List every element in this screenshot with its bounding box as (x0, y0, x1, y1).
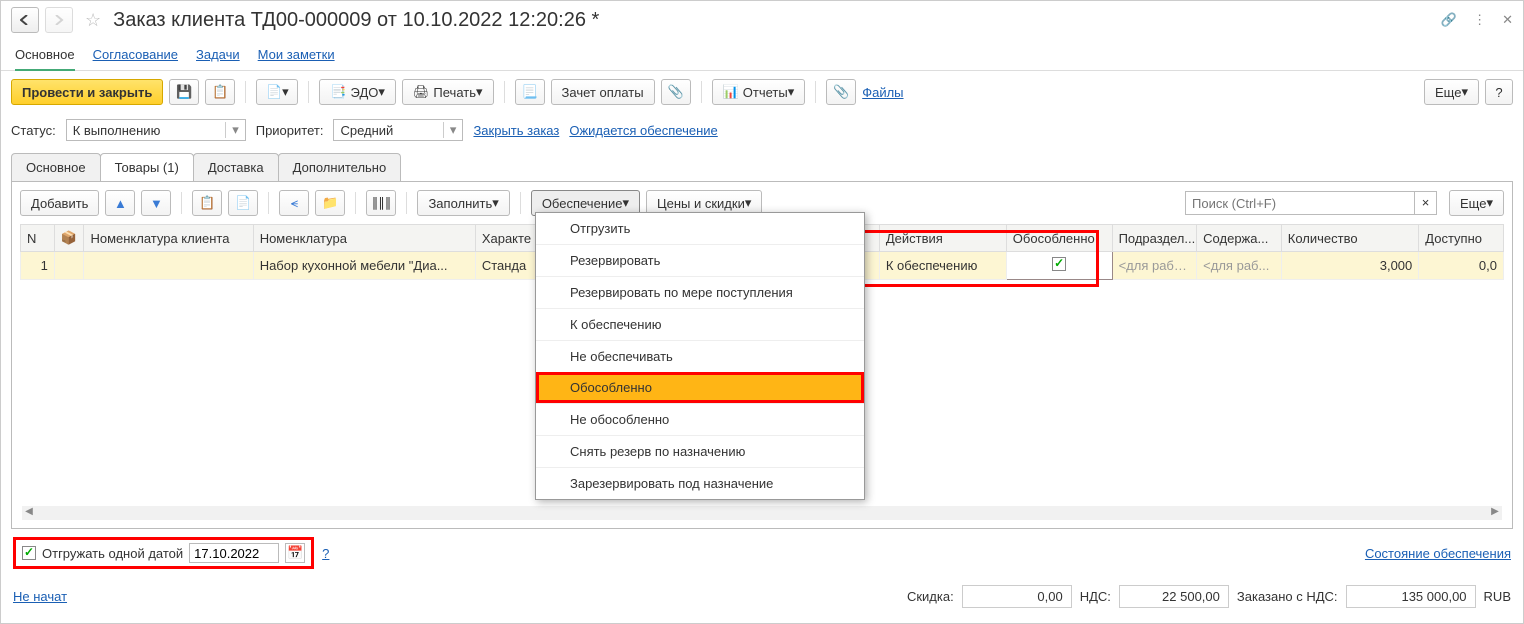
cell-qty[interactable]: 3,000 (1281, 252, 1419, 280)
move-down-icon[interactable]: ▼ (141, 190, 171, 216)
mi-remove-reserve[interactable]: Снять резерв по назначению (536, 435, 864, 467)
doc-icon[interactable]: 📃 (515, 79, 545, 105)
toptab-approval[interactable]: Согласование (93, 47, 178, 62)
paste-icon[interactable]: 📄 (228, 190, 258, 216)
goods-page: Добавить ▲ ▼ 📋 📄 ⪪ 📁 ∥∥∥ Заполнить ▾ Обе… (11, 181, 1513, 529)
status-label: Статус: (11, 123, 56, 138)
page-title: Заказ клиента ТД00-000009 от 10.10.2022 … (113, 9, 599, 32)
ship-date-input[interactable] (189, 543, 279, 563)
priority-combo[interactable]: Средний▾ (333, 119, 463, 141)
calendar-icon[interactable]: 📅 (285, 543, 305, 563)
h-nom[interactable]: Номенклатура (253, 225, 475, 252)
subtab-goods[interactable]: Товары (1) (100, 153, 194, 181)
kebab-icon[interactable]: ⋮ (1473, 12, 1486, 28)
close-icon[interactable]: ✕ (1502, 12, 1513, 28)
attach-icon[interactable]: 📎 (826, 79, 856, 105)
ship-one-check[interactable] (22, 546, 36, 560)
h-scrollbar[interactable]: ◀▶ (22, 506, 1502, 520)
toptab-notes[interactable]: Мои заметки (258, 47, 335, 62)
mi-to-provision[interactable]: К обеспечению (536, 308, 864, 340)
move-up-icon[interactable]: ▲ (105, 190, 135, 216)
post-icon[interactable]: 📋 (205, 79, 235, 105)
more-button[interactable]: Еще ▾ (1424, 79, 1479, 105)
mi-ship[interactable]: Отгрузить (536, 213, 864, 244)
vat-value: 22 500,00 (1119, 585, 1229, 608)
check-icon (1052, 257, 1066, 271)
row-more-button[interactable]: Еще ▾ (1449, 190, 1504, 216)
link-icon[interactable]: 🔗 (1441, 12, 1457, 28)
cell-avail[interactable]: 0,0 (1419, 252, 1504, 280)
h-cont[interactable]: Содержа... (1197, 225, 1282, 252)
ref-icon[interactable]: 📎 (661, 79, 691, 105)
search-box: × (1185, 191, 1437, 215)
cell-cont[interactable]: <для раб... (1197, 252, 1282, 280)
expected-link[interactable]: Ожидается обеспечение (569, 123, 717, 138)
subtab-main[interactable]: Основное (11, 153, 101, 181)
folder-icon[interactable]: 📁 (315, 190, 345, 216)
date-help[interactable]: ? (322, 546, 329, 561)
main-toolbar: Провести и закрыть 💾 📋 📄▾ 📑 ЭДО ▾ 🖨 Печа… (1, 71, 1523, 113)
subtab-delivery[interactable]: Доставка (193, 153, 279, 181)
mi-separate[interactable]: Обособленно (536, 372, 864, 403)
ordered-label: Заказано с НДС: (1237, 589, 1338, 604)
reports-button[interactable]: 📊 Отчеты ▾ (712, 79, 806, 105)
provision-menu: Отгрузить Резервировать Резервировать по… (535, 212, 865, 500)
h-qty[interactable]: Количество (1281, 225, 1419, 252)
edo-button[interactable]: 📑 ЭДО ▾ (319, 79, 396, 105)
add-button[interactable]: Добавить (20, 190, 99, 216)
h-act[interactable]: Действия (879, 225, 1006, 252)
ship-one-date-box: Отгружать одной датой 📅 (13, 537, 314, 569)
provision-state-link[interactable]: Состояние обеспечения (1365, 546, 1511, 561)
search-input[interactable] (1185, 191, 1415, 215)
files-link[interactable]: Файлы (862, 85, 903, 100)
currency: RUB (1484, 589, 1511, 604)
cell-set[interactable] (54, 252, 84, 280)
not-started-link[interactable]: Не начат (13, 589, 67, 604)
share-icon[interactable]: ⪪ (279, 190, 309, 216)
cell-nomc[interactable] (84, 252, 253, 280)
mi-reserve-for[interactable]: Зарезервировать под назначение (536, 467, 864, 499)
copy-icon[interactable]: 📋 (192, 190, 222, 216)
discount-label: Скидка: (907, 589, 954, 604)
mi-no-provision[interactable]: Не обеспечивать (536, 340, 864, 372)
vat-label: НДС: (1080, 589, 1111, 604)
mi-reserve-incoming[interactable]: Резервировать по мере поступления (536, 276, 864, 308)
cell-nom[interactable]: Набор кухонной мебели "Диа... (253, 252, 475, 280)
cell-act[interactable]: К обеспечению (879, 252, 1006, 280)
top-tabs: Основное Согласование Задачи Мои заметки (1, 39, 1523, 71)
h-avail[interactable]: Доступно (1419, 225, 1504, 252)
cell-n[interactable]: 1 (21, 252, 55, 280)
create-based-icon[interactable]: 📄▾ (256, 79, 298, 105)
offset-button[interactable]: Зачет оплаты (551, 79, 655, 105)
toptab-main[interactable]: Основное (15, 47, 75, 71)
print-button[interactable]: 🖨 Печать ▾ (402, 79, 494, 105)
cell-sep[interactable] (1006, 252, 1112, 280)
h-nomc[interactable]: Номенклатура клиента (84, 225, 253, 252)
discount-value: 0,00 (962, 585, 1072, 608)
mi-not-separate[interactable]: Не обособленно (536, 403, 864, 435)
search-clear[interactable]: × (1415, 191, 1437, 215)
h-n[interactable]: N (21, 225, 55, 252)
status-combo[interactable]: К выполнению▾ (66, 119, 246, 141)
ship-one-label: Отгружать одной датой (42, 546, 183, 561)
close-order-link[interactable]: Закрыть заказ (473, 123, 559, 138)
priority-label: Приоритет: (256, 123, 324, 138)
help-button[interactable]: ? (1485, 79, 1513, 105)
mi-reserve[interactable]: Резервировать (536, 244, 864, 276)
subtab-additional[interactable]: Дополнительно (278, 153, 402, 181)
h-dep[interactable]: Подраздел... (1112, 225, 1197, 252)
save-icon[interactable]: 💾 (169, 79, 199, 105)
barcode-icon[interactable]: ∥∥∥ (366, 190, 396, 216)
cell-dep[interactable]: <для работ> (1112, 252, 1197, 280)
toptab-tasks[interactable]: Задачи (196, 47, 240, 62)
ordered-value: 135 000,00 (1346, 585, 1476, 608)
h-set[interactable]: 📦 (54, 225, 84, 252)
h-sep[interactable]: Обособленно (1006, 225, 1112, 252)
fill-button[interactable]: Заполнить ▾ (417, 190, 509, 216)
nav-forward[interactable] (45, 7, 73, 33)
nav-back[interactable] (11, 7, 39, 33)
favorite-icon[interactable]: ☆ (85, 10, 101, 31)
run-close-button[interactable]: Провести и закрыть (11, 79, 163, 105)
